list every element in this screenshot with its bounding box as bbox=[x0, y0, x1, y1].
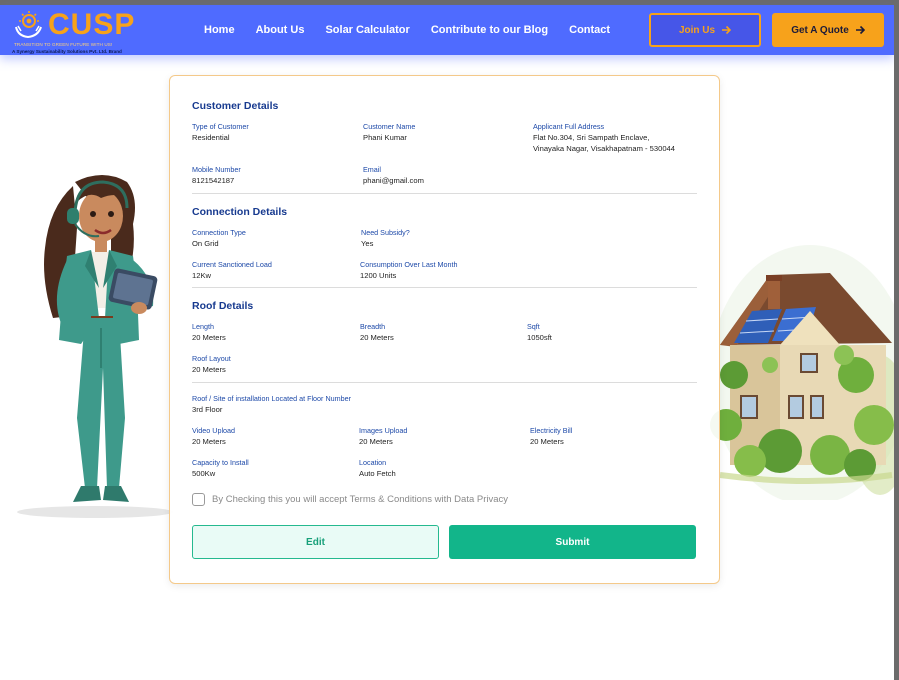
sanctioned-load-field: Current Sanctioned Load 12Kw bbox=[192, 260, 272, 281]
roof-sqft-field: Sqft 1050sft bbox=[527, 322, 552, 343]
nav-home[interactable]: Home bbox=[204, 24, 235, 36]
subsidy-field: Need Subsidy? Yes bbox=[361, 228, 410, 249]
mobile-value: 8121542187 bbox=[192, 176, 235, 185]
connection-details-title: Connection Details bbox=[192, 206, 288, 218]
images-upload-value: 20 Meters bbox=[359, 437, 393, 446]
roof-length-value: 20 Meters bbox=[192, 333, 226, 342]
get-quote-label: Get A Quote bbox=[791, 24, 849, 36]
brand-name: CUSP bbox=[48, 8, 136, 41]
video-upload-field: Video Upload 20 Meters bbox=[192, 426, 235, 447]
customer-support-woman-illustration bbox=[17, 175, 173, 518]
email-field: Email phani@gmail.com bbox=[363, 165, 424, 186]
email-value: phani@gmail.com bbox=[363, 176, 424, 185]
window-right-edge bbox=[894, 0, 899, 680]
brand-logo[interactable]: CUSP TRANSITION TO GREEN FUTURE WITH US!… bbox=[12, 9, 134, 55]
divider bbox=[192, 382, 697, 383]
connection-type-field: Connection Type On Grid bbox=[192, 228, 246, 249]
roof-sqft-value: 1050sft bbox=[527, 333, 552, 342]
customer-details-title: Customer Details bbox=[192, 100, 279, 112]
terms-text: By Checking this you will accept Terms &… bbox=[212, 494, 509, 505]
customer-type-value: Residential bbox=[192, 133, 230, 142]
join-us-label: Join Us bbox=[678, 24, 716, 36]
application-review-card: Customer Details Type of Customer Reside… bbox=[169, 75, 720, 584]
customer-type-field: Type of Customer Residential bbox=[192, 122, 249, 143]
floor-number-label: Roof / Site of installation Located at F… bbox=[192, 394, 352, 403]
roof-details-title: Roof Details bbox=[192, 300, 254, 312]
sun-hands-logo-icon bbox=[15, 11, 42, 39]
floor-number-value: 3rd Floor bbox=[192, 405, 223, 414]
connection-type-label: Connection Type bbox=[192, 228, 246, 237]
roof-breadth-value: 20 Meters bbox=[360, 333, 394, 342]
mobile-label: Mobile Number bbox=[192, 165, 241, 174]
roof-breadth-field: Breadth 20 Meters bbox=[360, 322, 394, 343]
subsidy-value: Yes bbox=[361, 239, 374, 248]
customer-name-label: Customer Name bbox=[363, 122, 416, 131]
video-upload-value: 20 Meters bbox=[192, 437, 226, 446]
subsidy-label: Need Subsidy? bbox=[361, 228, 410, 237]
top-navbar: CUSP TRANSITION TO GREEN FUTURE WITH US!… bbox=[0, 5, 894, 55]
capacity-label: Capacity to Install bbox=[192, 458, 249, 467]
main-nav: Home About Us Solar Calculator Contribut… bbox=[204, 5, 631, 55]
roof-layout-label: Roof Layout bbox=[192, 354, 231, 363]
get-quote-button[interactable]: Get A Quote bbox=[772, 13, 884, 47]
images-upload-label: Images Upload bbox=[359, 426, 408, 435]
electricity-bill-label: Electricity Bill bbox=[530, 426, 573, 435]
floor-number-field: Roof / Site of installation Located at F… bbox=[192, 394, 351, 415]
brand-subtitle: A Synergy Sustainability Solutions Pvt. … bbox=[12, 49, 122, 54]
video-upload-label: Video Upload bbox=[192, 426, 236, 435]
nav-solar-calculator[interactable]: Solar Calculator bbox=[325, 24, 409, 36]
consumption-value: 1200 Units bbox=[360, 271, 397, 280]
roof-layout-value: 20 Meters bbox=[192, 365, 226, 374]
roof-sqft-label: Sqft bbox=[527, 322, 540, 331]
address-value-line-2: Vinayaka Nagar, Visakhapatnam - 530044 bbox=[533, 144, 675, 153]
roof-length-field: Length 20 Meters bbox=[192, 322, 226, 343]
capacity-field: Capacity to Install 500Kw bbox=[192, 458, 249, 479]
roof-breadth-label: Breadth bbox=[360, 322, 386, 331]
electricity-bill-field: Electricity Bill 20 Meters bbox=[530, 426, 572, 447]
nav-about-us[interactable]: About Us bbox=[256, 24, 305, 36]
sanctioned-load-value: 12Kw bbox=[192, 271, 211, 280]
customer-type-label: Type of Customer bbox=[192, 122, 249, 131]
location-field: Location Auto Fetch bbox=[359, 458, 396, 479]
address-field: Applicant Full Address Flat No.304, Sri … bbox=[533, 122, 675, 154]
consumption-label: Consumption Over Last Month bbox=[360, 260, 458, 269]
terms-checkbox[interactable] bbox=[192, 493, 205, 506]
arrow-right-icon bbox=[722, 25, 732, 35]
consumption-field: Consumption Over Last Month 1200 Units bbox=[360, 260, 457, 281]
location-value: Auto Fetch bbox=[359, 469, 396, 478]
customer-name-value: Phani Kumar bbox=[363, 133, 407, 142]
customer-name-field: Customer Name Phani Kumar bbox=[363, 122, 415, 143]
nav-contact[interactable]: Contact bbox=[569, 24, 610, 36]
sanctioned-load-label: Current Sanctioned Load bbox=[192, 260, 272, 269]
edit-button[interactable]: Edit bbox=[192, 525, 439, 559]
images-upload-field: Images Upload 20 Meters bbox=[359, 426, 407, 447]
join-us-button[interactable]: Join Us bbox=[649, 13, 761, 47]
mobile-field: Mobile Number 8121542187 bbox=[192, 165, 241, 186]
submit-button[interactable]: Submit bbox=[449, 525, 696, 559]
roof-layout-field: Roof Layout 20 Meters bbox=[192, 354, 231, 375]
address-value-line-1: Flat No.304, Sri Sampath Enclave, bbox=[533, 133, 650, 142]
divider bbox=[192, 287, 697, 288]
brand-tagline: TRANSITION TO GREEN FUTURE WITH US! bbox=[14, 42, 113, 47]
electricity-bill-value: 20 Meters bbox=[530, 437, 564, 446]
location-label: Location bbox=[359, 458, 387, 467]
connection-type-value: On Grid bbox=[192, 239, 219, 248]
divider bbox=[192, 193, 697, 194]
address-label: Applicant Full Address bbox=[533, 122, 605, 131]
nav-contribute-blog[interactable]: Contribute to our Blog bbox=[431, 24, 548, 36]
capacity-value: 500Kw bbox=[192, 469, 216, 478]
terms-checkbox-row[interactable]: By Checking this you will accept Terms &… bbox=[192, 493, 508, 506]
email-label: Email bbox=[363, 165, 381, 174]
arrow-right-icon bbox=[855, 25, 865, 35]
roof-length-label: Length bbox=[192, 322, 214, 331]
